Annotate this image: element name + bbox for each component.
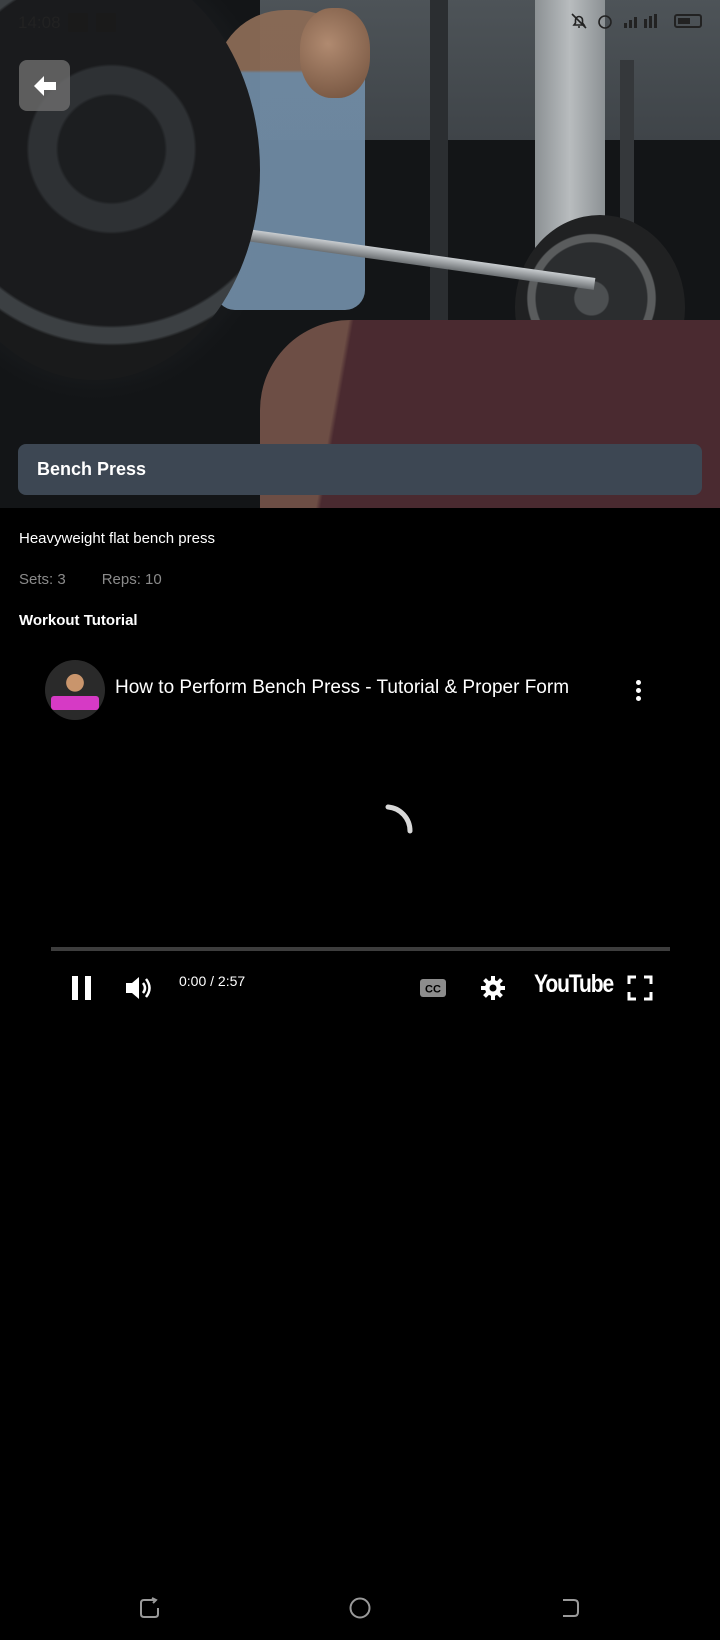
bell-off-icon bbox=[571, 13, 587, 29]
status-icons bbox=[570, 12, 702, 30]
captions-button[interactable]: CC bbox=[419, 972, 447, 1004]
battery-icon bbox=[674, 14, 702, 28]
sets-label: Sets: 3 bbox=[19, 571, 66, 588]
signal-icon bbox=[624, 14, 657, 28]
youtube-player[interactable]: How to Perform Bench Press - Tutorial & … bbox=[18, 640, 702, 1020]
alarm-icon bbox=[598, 15, 612, 29]
video-progress-bar[interactable] bbox=[51, 947, 670, 951]
volume-button[interactable] bbox=[124, 972, 154, 1004]
pause-button[interactable] bbox=[70, 972, 94, 1004]
youtube-logo[interactable]: YouTube bbox=[534, 970, 614, 999]
system-nav-bar bbox=[0, 1580, 720, 1640]
channel-logo-mark bbox=[51, 696, 99, 710]
arrow-left-icon bbox=[33, 75, 56, 96]
notification-icon bbox=[96, 13, 116, 32]
home-icon[interactable] bbox=[348, 1596, 372, 1620]
back-icon[interactable] bbox=[558, 1596, 582, 1620]
fullscreen-button[interactable] bbox=[627, 972, 653, 1004]
reps-label: Reps: 10 bbox=[101, 571, 162, 588]
video-time: 0:00 / 2:57 bbox=[179, 973, 246, 989]
status-time: 14:08 bbox=[18, 13, 61, 32]
svg-text:CC: CC bbox=[425, 984, 441, 996]
back-button[interactable] bbox=[19, 60, 70, 111]
exercise-hero-image bbox=[0, 0, 720, 508]
settings-button[interactable] bbox=[480, 972, 506, 1004]
section-title: Workout Tutorial bbox=[19, 612, 138, 629]
weight-plate bbox=[0, 0, 260, 380]
channel-avatar[interactable] bbox=[45, 660, 105, 720]
cc-icon: CC bbox=[420, 979, 446, 997]
exercise-description: Heavyweight flat bench press bbox=[19, 530, 215, 547]
pause-icon bbox=[72, 976, 91, 1000]
gear-icon bbox=[481, 976, 505, 1000]
recent-apps-icon[interactable] bbox=[138, 1596, 162, 1620]
loading-spinner-icon bbox=[385, 804, 413, 834]
volume-icon bbox=[126, 977, 151, 999]
exercise-title: Bench Press bbox=[37, 459, 147, 479]
notification-icon bbox=[68, 13, 88, 32]
more-vertical-icon[interactable] bbox=[632, 680, 644, 706]
status-bar: 14:08 bbox=[0, 0, 720, 46]
video-title[interactable]: How to Perform Bench Press - Tutorial & … bbox=[115, 677, 569, 699]
exercise-title-card: Bench Press bbox=[18, 444, 702, 495]
exercise-stats: Sets: 3 Reps: 10 bbox=[19, 571, 162, 588]
fullscreen-icon bbox=[627, 975, 653, 1001]
